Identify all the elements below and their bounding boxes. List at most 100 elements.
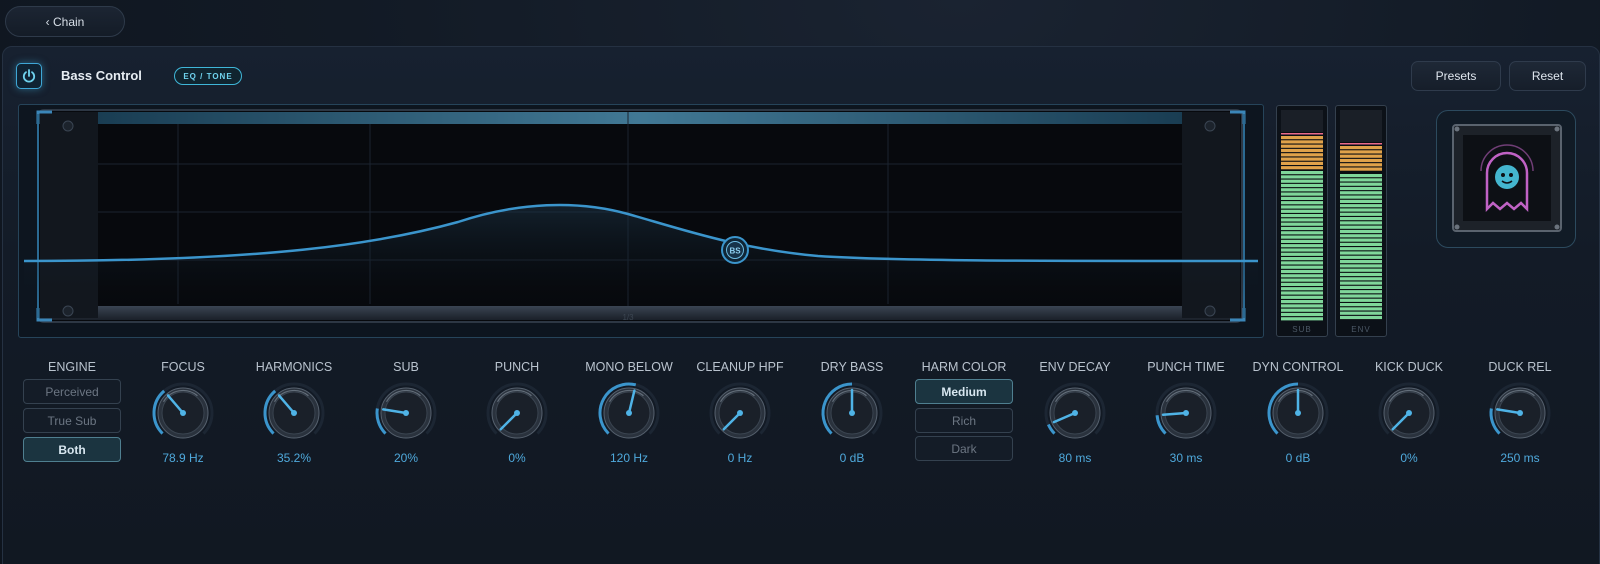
env-decay-label: ENV DECAY	[1039, 360, 1111, 374]
focus-knob[interactable]	[151, 381, 215, 445]
power-toggle-button[interactable]	[16, 63, 42, 89]
dry-bass-label: DRY BASS	[820, 360, 884, 374]
meter-segment	[1340, 208, 1382, 212]
reset-button[interactable]: Reset	[1509, 61, 1586, 91]
meter-segment	[1281, 252, 1323, 256]
cleanup-hpf-knob[interactable]	[708, 381, 772, 445]
meter-segment	[1340, 199, 1382, 203]
engine-option-true-sub[interactable]: True Sub	[23, 408, 121, 433]
meter-segment	[1281, 175, 1323, 179]
mono-below-knob[interactable]	[597, 381, 661, 445]
eq-band-node[interactable]: BS	[721, 236, 749, 264]
plugin-title: Bass Control	[61, 68, 142, 83]
meter-segment	[1340, 150, 1382, 154]
meter-segment	[1340, 277, 1382, 281]
meter-segment	[1340, 311, 1382, 315]
env-decay-knob[interactable]	[1043, 381, 1107, 445]
meter-segment	[1340, 154, 1382, 158]
back-to-chain-button[interactable]: ‹ Chain	[5, 6, 125, 37]
meter-segment	[1340, 247, 1382, 251]
meter-segment	[1281, 300, 1323, 304]
meter-segment	[1340, 242, 1382, 246]
artwork-frame	[1436, 110, 1576, 248]
meter-segment	[1340, 182, 1382, 186]
meter-segment	[1281, 261, 1323, 265]
duck-rel-knob[interactable]	[1488, 381, 1552, 445]
harm-color-option-label: Dark	[951, 441, 977, 456]
rack-screw-icon	[1204, 305, 1216, 317]
meter-segment	[1281, 257, 1323, 261]
meter-segment	[1281, 312, 1323, 317]
duck-rel-label: DUCK REL	[1488, 360, 1552, 374]
meter-segment	[1281, 201, 1323, 205]
meter-segment	[1340, 195, 1382, 199]
power-icon	[22, 69, 36, 83]
punch-knob[interactable]	[485, 381, 549, 445]
engine-option-both[interactable]: Both	[23, 437, 121, 462]
engine-option-perceived[interactable]: Perceived	[23, 379, 121, 404]
sub-value: 20%	[393, 451, 419, 465]
back-label: ‹ Chain	[45, 14, 85, 29]
meter-segment	[1281, 196, 1323, 200]
harmonics-label: HARMONICS	[255, 360, 333, 374]
harmonics-knob[interactable]	[262, 381, 326, 445]
meter-segment	[1340, 255, 1382, 259]
sub-knob-graphic	[375, 382, 437, 439]
meter-segment	[1281, 209, 1323, 213]
rack-screw-icon	[1204, 120, 1216, 132]
meter-segment	[1340, 268, 1382, 272]
presets-button[interactable]: Presets	[1411, 61, 1501, 91]
sub-meter: SUB	[1276, 105, 1328, 337]
meter-segment	[1340, 307, 1382, 311]
meter-segment	[1281, 265, 1323, 269]
punch-time-label: PUNCH TIME	[1147, 360, 1225, 374]
eq-freq-label: 1/3	[622, 313, 634, 322]
dry-bass-knob[interactable]	[820, 381, 884, 445]
presets-label: Presets	[1435, 69, 1477, 83]
focus-value: 78.9 Hz	[162, 451, 204, 465]
env-decay-value: 80 ms	[1058, 451, 1092, 465]
meter-segment	[1281, 222, 1323, 226]
punch-time-value: 30 ms	[1169, 451, 1203, 465]
meter-segment	[1340, 229, 1382, 234]
harm-color-option-dark[interactable]: Dark	[915, 436, 1013, 461]
meter-segment	[1281, 136, 1323, 140]
meter-segment	[1281, 179, 1323, 183]
meter-segment	[1340, 225, 1382, 229]
dyn-control-knob[interactable]	[1266, 381, 1330, 445]
meter-segment	[1340, 272, 1382, 277]
rack-screw-icon	[62, 305, 74, 317]
sub-knob[interactable]	[374, 381, 438, 445]
engine-option-label: Perceived	[45, 384, 99, 399]
punch-label: PUNCH	[494, 360, 540, 374]
punch-knob-graphic	[486, 382, 548, 439]
dyn-control-knob-graphic	[1267, 382, 1329, 439]
meter-segment	[1281, 235, 1323, 239]
dry-bass-value: 0 dB	[839, 451, 865, 465]
meter-segment	[1340, 191, 1382, 195]
engine-label: ENGINE	[48, 360, 96, 374]
meter-segment	[1340, 174, 1382, 178]
meter-segment	[1340, 290, 1382, 294]
engine-option-label: True Sub	[47, 413, 97, 428]
meter-segment	[1281, 304, 1323, 308]
meter-segment	[1281, 183, 1323, 188]
meter-peak-line	[1281, 133, 1323, 135]
duck-rel-knob-graphic	[1489, 382, 1551, 439]
meter-segment	[1340, 234, 1382, 238]
meter-segment	[1340, 178, 1382, 182]
meter-segment	[1281, 148, 1323, 153]
harm-color-option-rich[interactable]: Rich	[915, 408, 1013, 433]
duck-rel-value: 250 ms	[1500, 451, 1540, 465]
harmonics-value: 35.2%	[276, 451, 312, 465]
meter-segment	[1281, 188, 1323, 192]
eq-curve-display[interactable]: BS 1/3	[18, 104, 1264, 338]
meter-segment	[1340, 281, 1382, 285]
meter-segment	[1281, 161, 1323, 165]
meter-segment	[1281, 218, 1323, 222]
kick-duck-knob[interactable]	[1377, 381, 1441, 445]
harm-color-option-medium[interactable]: Medium	[915, 379, 1013, 404]
punch-time-knob[interactable]	[1154, 381, 1218, 445]
meter-segment	[1340, 251, 1382, 255]
kick-duck-label: KICK DUCK	[1374, 360, 1444, 374]
